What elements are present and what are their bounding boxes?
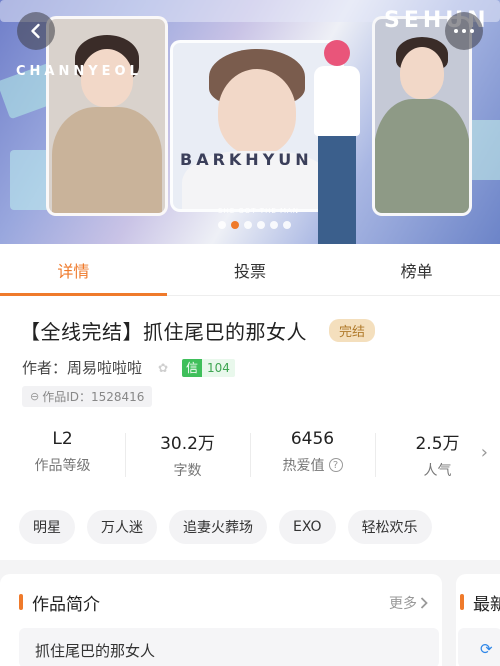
intro-heading: 作品简介 [32, 595, 100, 615]
stat-value: L2 [52, 429, 73, 449]
author-name[interactable]: 作者：周易啦啦啦 [22, 357, 142, 378]
intro-more-link[interactable]: 更多 [389, 593, 428, 613]
stat-value: 6456 [290, 429, 335, 449]
leaf-icon: ✿ [157, 360, 169, 375]
member-photo-standing [308, 40, 364, 244]
stat-love: 6456 热爱值 ? [250, 427, 375, 483]
work-id: 作品ID：1528416 [42, 390, 145, 404]
chevron-left-icon [31, 23, 40, 39]
credit-badge[interactable]: 信 104 [182, 358, 235, 377]
book-title: 【全线完结】抓住尾巴的那女人 [20, 320, 307, 344]
more-button[interactable] [445, 12, 483, 50]
tag-chip[interactable]: 明星 [19, 510, 75, 544]
update-heading: 最新 [473, 595, 500, 615]
tag-chip[interactable]: 轻松欢乐 [347, 510, 432, 544]
section-accent-bar [460, 594, 464, 610]
credit-label: 信 [182, 358, 203, 377]
title-row: 【全线完结】抓住尾巴的那女人 完结 [20, 316, 376, 345]
refresh-icon: ⟳ [480, 640, 493, 658]
chevron-right-icon[interactable]: › [481, 442, 488, 463]
banner-word-chann: CHANNYEOL [16, 64, 142, 79]
pager-dot[interactable] [244, 221, 252, 229]
tag-chip[interactable]: EXO [279, 510, 336, 544]
work-id-chip[interactable]: ⊖ 作品ID：1528416 [22, 386, 153, 407]
tab-bar: 详情 投票 榜单 [0, 244, 500, 296]
intro-card: 作品简介 更多 抓住尾巴的那女人 [0, 574, 442, 666]
stat-value: 2.5万 [415, 434, 460, 454]
back-button[interactable] [17, 12, 55, 50]
pager-dot[interactable] [283, 221, 291, 229]
cover-banner[interactable]: CHANNYEOL BARKHYUN SEHUN SHE GOT THE MAN [0, 0, 500, 244]
stat-word-count: 30.2万 字数 [125, 427, 250, 483]
pager-dot[interactable] [218, 221, 226, 229]
tag-chip[interactable]: 万人迷 [87, 510, 157, 544]
banner-word-barkhyun: BARKHYUN [180, 150, 313, 169]
book-info-card: 【全线完结】抓住尾巴的那女人 完结 作者：周易啦啦啦 ✿ 信 104 ⊖ 作品I… [0, 296, 500, 560]
pager-dot[interactable] [257, 221, 265, 229]
latest-update-card[interactable]: 最新 ⟳ [456, 574, 500, 666]
stat-label: 热爱值 [282, 458, 325, 474]
tab-details[interactable]: 详情 [0, 244, 167, 296]
more-label: 更多 [389, 596, 417, 612]
tab-ranking[interactable]: 榜单 [333, 244, 500, 295]
banner-tagline: SHE GOT THE MAN [218, 207, 300, 215]
tab-label: 榜单 [400, 261, 433, 281]
stat-label: 字数 [173, 463, 202, 479]
more-dots-icon [454, 29, 474, 33]
member-photo-left [46, 16, 168, 216]
chevron-right-icon [420, 597, 428, 609]
tag-icon: ⊖ [30, 390, 40, 403]
tab-label: 投票 [234, 261, 267, 281]
stats-row[interactable]: L2 作品等级 30.2万 字数 6456 热爱值 ? 2.5万 人气 › [0, 427, 500, 483]
pager-dot[interactable] [231, 221, 239, 229]
update-entry[interactable]: ⟳ [458, 628, 500, 666]
tag-chip[interactable]: 追妻火葬场 [169, 510, 267, 544]
intro-excerpt[interactable]: 抓住尾巴的那女人 [19, 628, 439, 666]
credit-value: 104 [202, 358, 235, 377]
stat-level: L2 作品等级 [0, 427, 125, 483]
book-detail-page: CHANNYEOL BARKHYUN SEHUN SHE GOT THE MAN… [0, 0, 500, 666]
pager-dot[interactable] [270, 221, 278, 229]
section-accent-bar [19, 594, 23, 610]
tab-label: 详情 [57, 261, 90, 281]
stat-label-wrap: 热爱值 ? [283, 455, 343, 475]
stat-value: 30.2万 [160, 434, 215, 454]
tag-list: 明星 万人迷 追妻火葬场 EXO 轻松欢乐 [19, 510, 432, 544]
author-row[interactable]: 作者：周易啦啦啦 ✿ 信 104 [22, 357, 235, 378]
stat-label: 人气 [423, 463, 452, 479]
tab-vote[interactable]: 投票 [167, 244, 334, 295]
stat-label: 作品等级 [34, 458, 91, 474]
help-icon[interactable]: ? [328, 458, 343, 472]
banner-pager[interactable] [218, 221, 291, 229]
status-badge: 完结 [329, 319, 376, 342]
